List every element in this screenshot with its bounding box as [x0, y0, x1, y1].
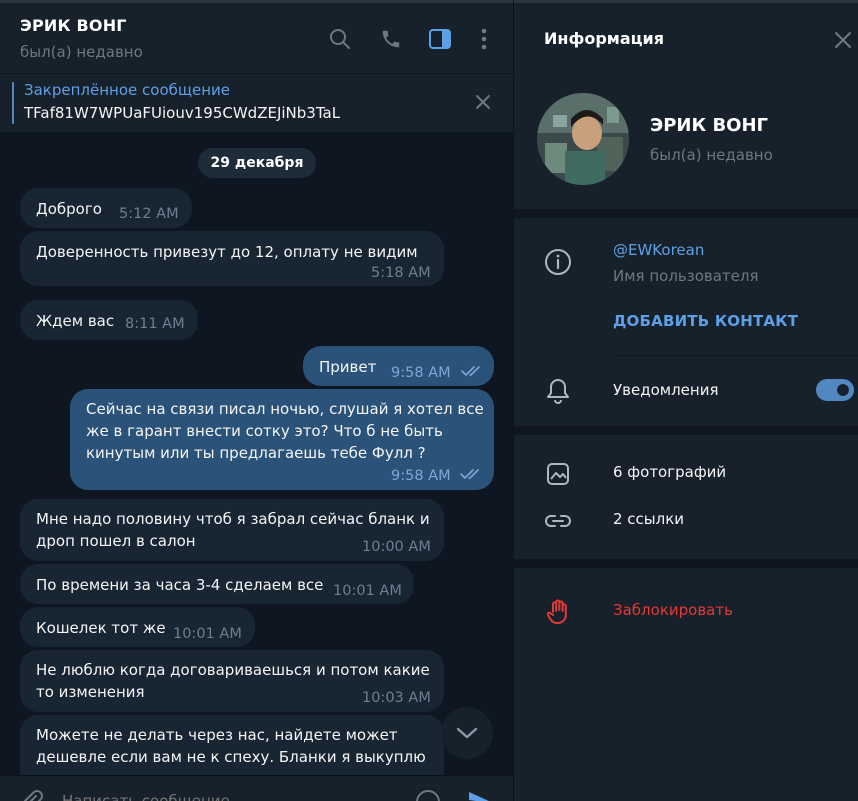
- message-bubble[interactable]: Кошелек тот же 10:01 AM: [20, 607, 255, 647]
- chevron-down-icon: [456, 727, 478, 739]
- section-separator: [514, 209, 858, 218]
- pinned-bar: [12, 82, 14, 124]
- info-panel: Информация ЭРИК ВОНГ был(а) недавно @EWK…: [514, 0, 858, 801]
- message-time: 10:00 AM: [362, 539, 431, 555]
- message-text-line: дроп пошел в салон: [36, 532, 196, 550]
- links-link[interactable]: 2 ссылки: [613, 510, 684, 528]
- message-bubble[interactable]: Ждем вас 8:11 AM: [20, 300, 198, 340]
- block-button[interactable]: Заблокировать: [613, 601, 733, 619]
- message-text: Привет: [319, 358, 377, 376]
- bell-icon: [544, 377, 572, 405]
- message-time: 10:03 AM: [362, 690, 431, 706]
- message-text-line: дешевле если вам не к спеху. Бланки я вы…: [36, 748, 426, 766]
- hand-stop-icon: [544, 598, 572, 626]
- more-vertical-icon[interactable]: [472, 27, 496, 51]
- message-time: 10:01 AM: [333, 583, 402, 599]
- message-text: Кошелек тот же: [36, 619, 166, 637]
- chat-pane: ЭРИК ВОНГ был(а) недавно Закреплённое со…: [0, 0, 513, 801]
- message-text-line: Не люблю когда договариваешься и потом к…: [36, 661, 430, 679]
- send-icon[interactable]: [466, 788, 494, 801]
- sidebar-toggle-icon[interactable]: [428, 27, 452, 51]
- message-bubble[interactable]: Сейчас на связи писал ночью, слушай я хо…: [70, 389, 494, 490]
- message-text: По времени за часа 3-4 сделаем все: [36, 576, 324, 594]
- pinned-title: Закреплённое сообщение: [24, 81, 231, 99]
- message-bubble[interactable]: Доброго 5:12 AM: [20, 188, 192, 228]
- message-bubble[interactable]: Доверенность привезут до 12, оплату не в…: [20, 231, 444, 286]
- message-time: 8:11 AM: [125, 316, 185, 332]
- message-bubble[interactable]: По времени за часа 3-4 сделаем все 10:01…: [20, 564, 414, 604]
- info-title: Информация: [544, 29, 664, 48]
- date-separator: 29 декабря: [198, 148, 316, 178]
- message-input[interactable]: [62, 790, 382, 801]
- message-bubble[interactable]: Привет 9:58 AM: [303, 346, 494, 386]
- username[interactable]: @EWKorean: [613, 241, 704, 259]
- chat-status: был(а) недавно: [20, 43, 143, 61]
- message-time: 9:58 AM: [391, 365, 451, 381]
- section-separator: [514, 559, 858, 568]
- message-text: Ждем вас: [36, 312, 115, 330]
- notifications-label: Уведомления: [613, 381, 719, 399]
- link-icon: [544, 507, 572, 535]
- message-text-line: Сейчас на связи писал ночью, слушай я хо…: [86, 400, 484, 418]
- pinned-text: TFaf81W7WPUaFUiouv195CWdZEJiNb3TaL: [24, 104, 341, 122]
- read-ticks-icon: [460, 469, 479, 480]
- pinned-message[interactable]: Закреплённое сообщение TFaf81W7WPUaFUiou…: [0, 73, 513, 132]
- message-time: 10:01 AM: [173, 626, 242, 642]
- notifications-toggle[interactable]: [816, 379, 854, 401]
- message-time: 9:58 AM: [391, 468, 451, 484]
- close-icon[interactable]: [471, 90, 495, 114]
- message-text-line: то изменения: [36, 683, 145, 701]
- chat-title[interactable]: ЭРИК ВОНГ: [20, 16, 127, 35]
- message-text-line: Мне надо половину чтоб я забрал сейчас б…: [36, 510, 430, 528]
- message-text-line: Можете не делать через нас, найдете може…: [36, 726, 398, 744]
- read-ticks-icon: [461, 366, 480, 377]
- phone-icon[interactable]: [379, 27, 403, 51]
- emoji-icon[interactable]: [414, 788, 442, 801]
- message-composer: [0, 775, 513, 801]
- message-time: 5:18 AM: [371, 265, 431, 281]
- message-text-line: же в гарант внести сотку это? Что б не б…: [86, 422, 443, 440]
- close-icon[interactable]: [832, 29, 854, 51]
- message-text-line: кинутым или ты предлагаешь тебе Фулл ?: [86, 444, 426, 462]
- avatar[interactable]: [537, 93, 629, 185]
- username-caption: Имя пользователя: [613, 267, 759, 285]
- profile-status: был(а) недавно: [650, 146, 773, 164]
- profile-name: ЭРИК ВОНГ: [650, 115, 769, 136]
- paperclip-icon[interactable]: [18, 788, 46, 801]
- divider: [613, 355, 858, 356]
- message-time: 5:12 AM: [119, 206, 179, 222]
- message-text: Доверенность привезут до 12, оплату не в…: [36, 243, 418, 261]
- toggle-knob: [834, 381, 852, 399]
- scroll-down-button[interactable]: [441, 707, 493, 759]
- section-separator: [514, 426, 858, 435]
- message-bubble[interactable]: Мне надо половину чтоб я забрал сейчас б…: [20, 499, 444, 561]
- message-bubble[interactable]: Не люблю когда договариваешься и потом к…: [20, 650, 444, 712]
- info-icon: [544, 248, 572, 276]
- photos-link[interactable]: 6 фотографий: [613, 463, 726, 481]
- search-icon[interactable]: [328, 27, 352, 51]
- message-text: Доброго: [36, 200, 102, 218]
- photo-icon: [544, 460, 572, 488]
- add-contact-button[interactable]: ДОБАВИТЬ КОНТАКТ: [613, 312, 798, 330]
- chat-header[interactable]: ЭРИК ВОНГ был(а) недавно: [0, 0, 513, 73]
